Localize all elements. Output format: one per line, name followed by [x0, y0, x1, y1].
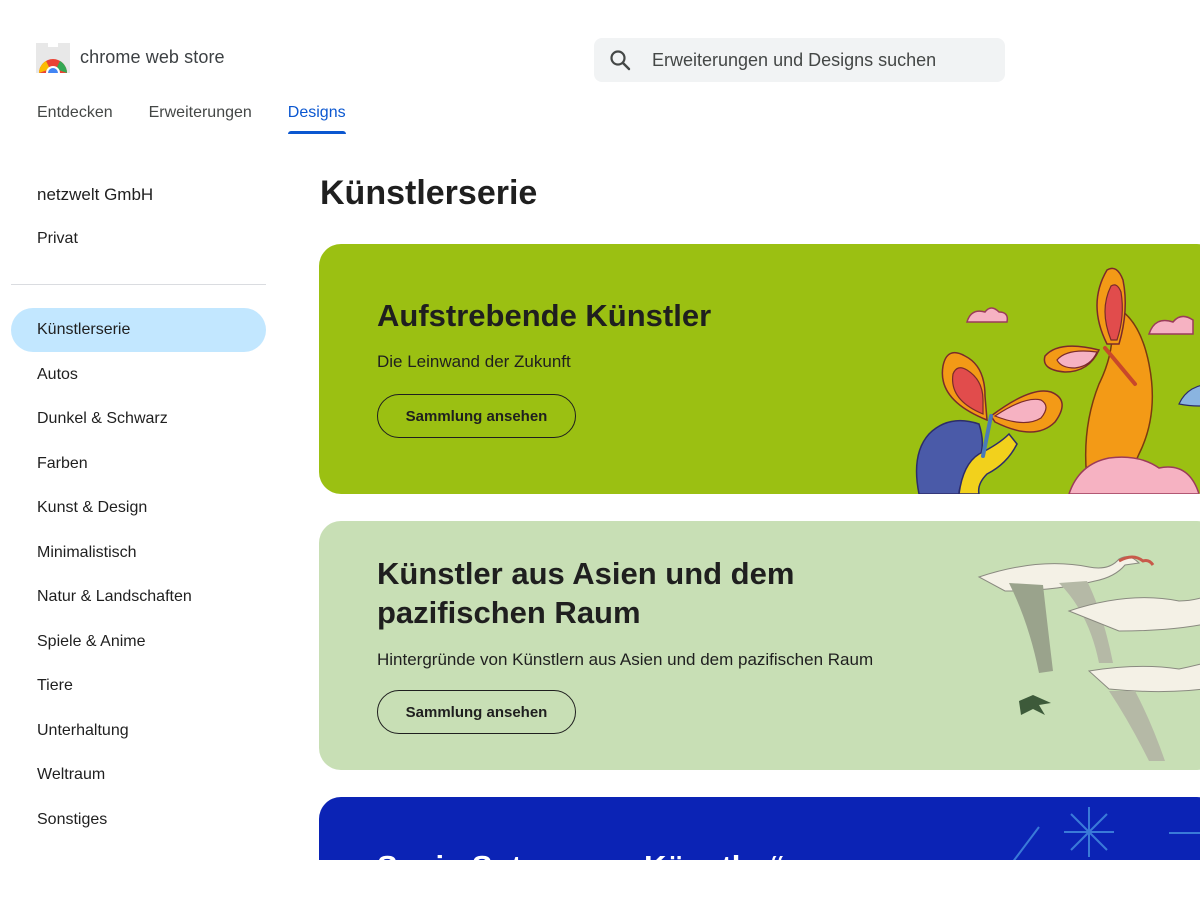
chrome-web-store-logo-icon[interactable]: [36, 43, 70, 73]
collection-card-asien-pazifik[interactable]: Künstler aus Asien und dem pazifischen R…: [319, 521, 1200, 770]
category-unterhaltung[interactable]: Unterhaltung: [11, 709, 266, 753]
view-collection-button[interactable]: Sammlung ansehen: [377, 690, 576, 734]
category-kuenstlerserie[interactable]: Künstlerserie: [11, 308, 266, 352]
sidebar-account-type: Privat: [37, 230, 78, 247]
category-weltraum[interactable]: Weltraum: [11, 753, 266, 797]
category-minimalistisch[interactable]: Minimalistisch: [11, 531, 266, 575]
tab-erweiterungen[interactable]: Erweiterungen: [149, 102, 252, 134]
sidebar-account-name: netzwelt GmbH: [37, 185, 154, 204]
brand-name[interactable]: chrome web store: [80, 47, 225, 68]
top-nav-tabs: Entdecken Erweiterungen Designs: [37, 102, 382, 134]
page-title: Künstlerserie: [320, 174, 538, 212]
search-input[interactable]: [652, 49, 992, 71]
category-list: Künstlerserie Autos Dunkel & Schwarz Far…: [11, 308, 266, 842]
category-farben[interactable]: Farben: [11, 442, 266, 486]
search-icon[interactable]: [608, 48, 632, 72]
category-sonstiges[interactable]: Sonstiges: [11, 798, 266, 842]
birds-illustration: [977, 555, 1200, 761]
viewport-bottom-edge: [0, 860, 1200, 900]
category-kunst-design[interactable]: Kunst & Design: [11, 486, 266, 530]
search-bar[interactable]: [594, 38, 1005, 82]
tab-entdecken[interactable]: Entdecken: [37, 102, 113, 134]
view-collection-button[interactable]: Sammlung ansehen: [377, 394, 576, 438]
category-natur-landschaften[interactable]: Natur & Landschaften: [11, 575, 266, 619]
category-autos[interactable]: Autos: [11, 353, 266, 397]
category-tiere[interactable]: Tiere: [11, 664, 266, 708]
sidebar-divider: [11, 284, 266, 285]
tab-designs[interactable]: Designs: [287, 102, 346, 134]
card-title: Aufstrebende Künstler: [377, 298, 712, 333]
card-subtitle: Die Leinwand der Zukunft: [377, 352, 571, 371]
category-dunkel-schwarz[interactable]: Dunkel & Schwarz: [11, 397, 266, 441]
collection-card-aufstrebende-kuenstler[interactable]: Aufstrebende Künstler Die Leinwand der Z…: [319, 244, 1200, 494]
category-spiele-anime[interactable]: Spiele & Anime: [11, 620, 266, 664]
card-subtitle: Hintergründe von Künstlern aus Asien und…: [377, 650, 874, 669]
butterflies-illustration: [915, 267, 1200, 494]
card-title: Künstler aus Asien und dem pazifischen R…: [377, 556, 795, 630]
